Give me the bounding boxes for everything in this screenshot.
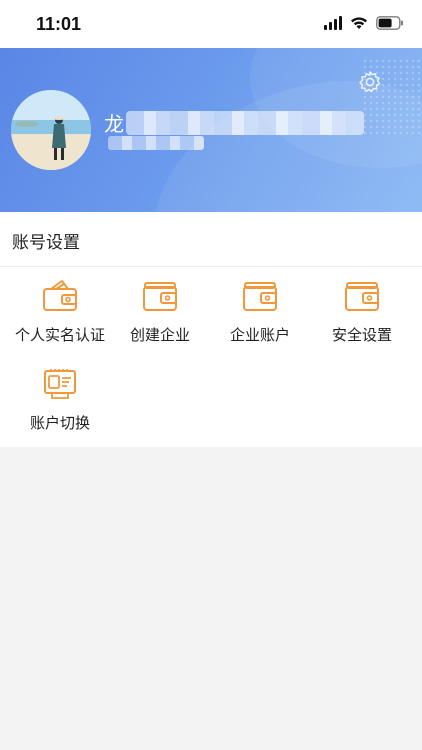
grid-item-label: 账户切换 [29, 414, 90, 432]
masked-user-info [108, 136, 204, 150]
status-bar: 11:01 [0, 0, 422, 48]
section-title: 账号设置 [12, 233, 80, 253]
user-name: 龙 [104, 114, 124, 136]
account-settings-header: 账号设置 [0, 212, 422, 267]
grid-item-switch-account[interactable]: 账户切换 [8, 355, 112, 435]
status-time: 11:01 [36, 14, 82, 34]
wallet-icon [142, 279, 178, 313]
cellular-signal-icon [324, 16, 342, 30]
grid-item-label: 创建企业 [129, 326, 190, 344]
masked-user-name [126, 110, 364, 135]
grid-item-label: 安全设置 [331, 326, 392, 344]
grid-item-create-enterprise[interactable]: 创建企业 [108, 267, 212, 347]
account-settings-grid: 个人实名认证 创建企业 企业账户 安全设置 账户切换 [0, 267, 422, 447]
grid-item-security-settings[interactable]: 安全设置 [310, 267, 414, 347]
profile-banner: 龙 [0, 48, 422, 212]
wallet-icon [344, 279, 380, 313]
grid-item-enterprise-account[interactable]: 企业账户 [208, 267, 312, 347]
grid-item-realname-auth[interactable]: 个人实名认证 [8, 267, 112, 347]
grid-item-label: 个人实名认证 [14, 326, 105, 344]
empty-content-area [0, 447, 422, 750]
status-icons [324, 16, 404, 30]
user-name-row: 龙 [104, 108, 364, 137]
avatar[interactable] [11, 90, 91, 170]
battery-icon [376, 16, 404, 30]
id-wallet-icon [42, 279, 78, 313]
id-card-icon [42, 367, 78, 401]
grid-item-label: 企业账户 [229, 326, 290, 344]
wallet-icon [242, 279, 278, 313]
wifi-icon [350, 16, 368, 30]
gear-icon[interactable] [358, 70, 382, 94]
